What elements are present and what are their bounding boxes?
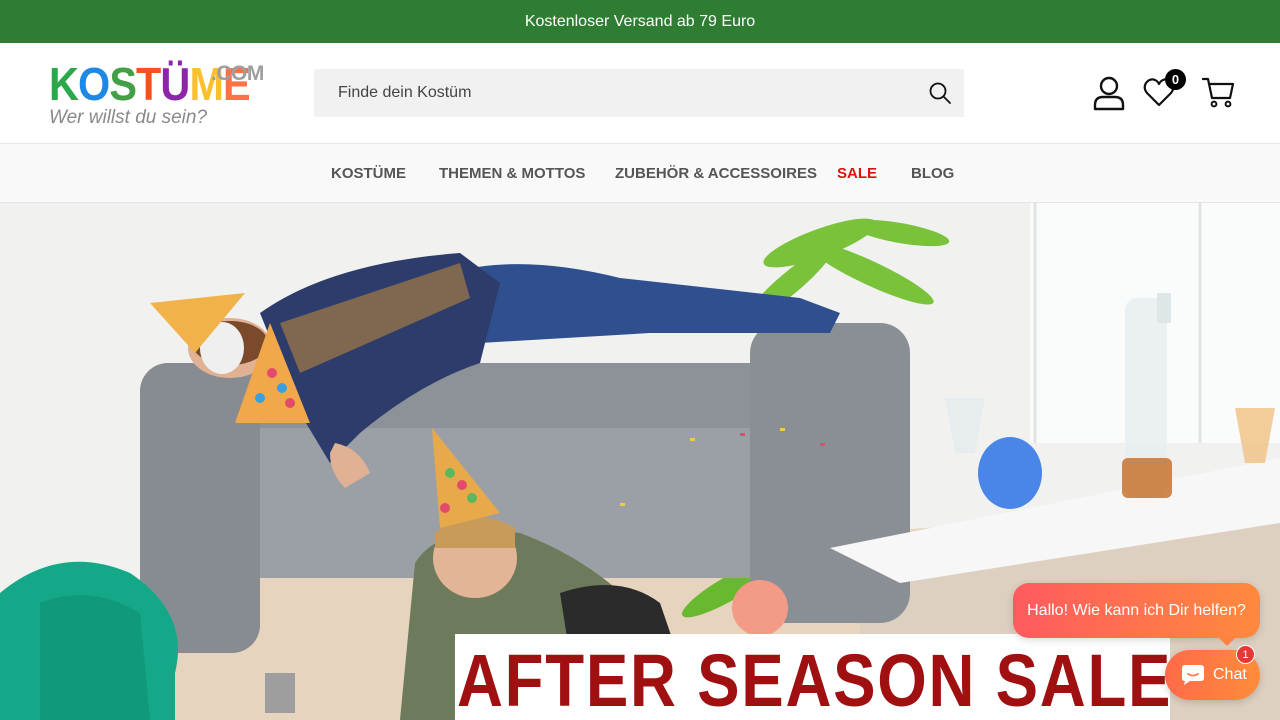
chat-button-label: Chat	[1213, 666, 1247, 683]
nav-item-kostueme[interactable]: KOSTÜME	[331, 144, 406, 202]
site-header: KOSTÜME .COM Wer willst du sein? 0	[0, 43, 1280, 143]
announcement-bar: Kostenloser Versand ab 79 Euro	[0, 0, 1280, 43]
logo-letter: T	[136, 58, 161, 110]
wishlist-count-badge: 0	[1165, 69, 1186, 90]
user-icon[interactable]	[1092, 75, 1126, 111]
chat-icon	[1182, 665, 1204, 685]
after-season-sale-banner[interactable]: AFTER SEASON SALE	[455, 634, 1170, 720]
cart-icon[interactable]	[1201, 75, 1235, 109]
nav-item-zubehoer-accessoires[interactable]: ZUBEHÖR & ACCESSOIRES	[615, 144, 817, 202]
nav-item-blog[interactable]: BLOG	[911, 144, 954, 202]
chat-greeting-bubble[interactable]: Hallo! Wie kann ich Dir helfen?	[1013, 583, 1260, 638]
nav-item-themen-mottos[interactable]: THEMEN & MOTTOS	[439, 144, 585, 202]
chat-unread-badge: 1	[1236, 645, 1255, 664]
chat-greeting-text: Hallo! Wie kann ich Dir helfen?	[1027, 601, 1246, 619]
main-navigation: KOSTÜME THEMEN & MOTTOS ZUBEHÖR & ACCESS…	[0, 143, 1280, 203]
nav-item-sale[interactable]: SALE	[837, 144, 877, 202]
logo-letter: Ü	[160, 58, 190, 110]
announcement-text: Kostenloser Versand ab 79 Euro	[524, 12, 756, 30]
search-input[interactable]	[314, 69, 904, 117]
search-icon[interactable]	[928, 81, 952, 105]
sale-headline: AFTER SEASON SALE	[457, 639, 1170, 720]
site-logo[interactable]: KOSTÜME .COM Wer willst du sein?	[49, 58, 264, 130]
logo-letter: S	[109, 58, 137, 110]
search-bar	[314, 69, 964, 117]
logo-letter: O	[78, 58, 110, 110]
logo-tagline: Wer willst du sein?	[49, 107, 208, 128]
chat-bubble-tail	[1217, 636, 1237, 646]
logo-letter: K	[49, 58, 79, 110]
logo-domain-suffix: .COM	[211, 62, 264, 85]
